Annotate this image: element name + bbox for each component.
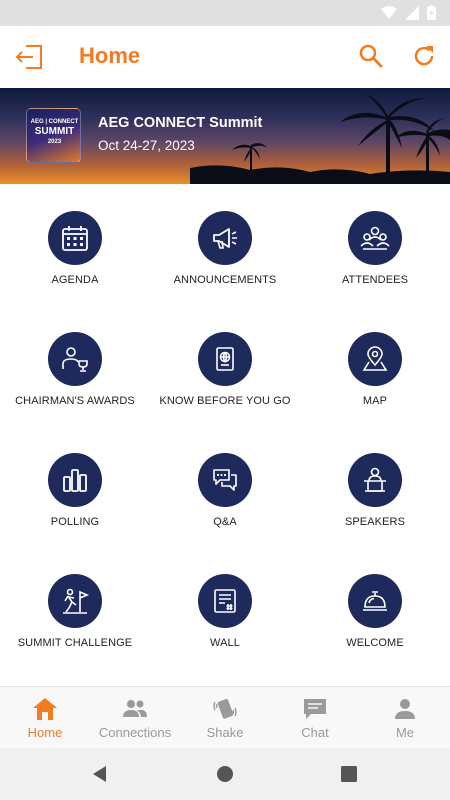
tile-chairmans-awards[interactable]: CHAIRMAN'S AWARDS: [0, 305, 150, 426]
back-triangle-icon: [93, 766, 106, 782]
tile-label: SPEAKERS: [344, 516, 406, 528]
tile-attendees[interactable]: ATTENDEES: [300, 184, 450, 305]
tile-qa[interactable]: Q&A: [150, 426, 300, 547]
app-bar: Home: [0, 26, 450, 88]
refresh-icon: [414, 46, 434, 66]
tile-label: SUMMIT CHALLENGE: [17, 637, 133, 649]
nav-label: Shake: [206, 725, 244, 740]
home-circle-icon: [217, 766, 233, 782]
nav-me[interactable]: Me: [360, 687, 450, 749]
feature-grid: AGENDA ANNOUNCEMENTS ATTENDEES CHAIRMAN'…: [0, 184, 450, 686]
tile-label: WALL: [210, 637, 240, 649]
runner-flag-icon: [63, 588, 90, 614]
tile-summit-challenge[interactable]: SUMMIT CHALLENGE: [0, 547, 150, 668]
logo-line2: SUMMIT: [34, 126, 75, 137]
chat-bubbles-icon: [213, 469, 237, 491]
tile-label: ATTENDEES: [341, 274, 409, 286]
nav-chat[interactable]: Chat: [270, 687, 360, 749]
battery-icon: [427, 5, 436, 20]
nav-label: Me: [395, 725, 415, 740]
tile-label: KNOW BEFORE YOU GO: [159, 395, 291, 407]
tile-label: CHAIRMAN'S AWARDS: [15, 395, 135, 407]
refresh-button[interactable]: [410, 42, 438, 70]
search-icon: [359, 44, 383, 68]
tile-know-before-you-go[interactable]: KNOW BEFORE YOU GO: [150, 305, 300, 426]
page-title: Home: [79, 43, 141, 68]
exit-icon: [15, 45, 42, 69]
event-logo: AEG | CONNECT SUMMIT 2023: [26, 108, 81, 163]
back-button[interactable]: [88, 762, 112, 786]
nav-label: Chat: [301, 725, 329, 740]
podium-speaker-icon: [364, 467, 386, 492]
nav-connections[interactable]: Connections: [90, 687, 180, 749]
tile-agenda[interactable]: AGENDA: [0, 184, 150, 305]
tile-label: Q&A: [213, 516, 237, 528]
tile-speakers[interactable]: SPEAKERS: [300, 426, 450, 547]
bottom-nav: Home Connections Shake Chat Me: [0, 686, 450, 748]
tile-announcements[interactable]: ANNOUNCEMENTS: [150, 184, 300, 305]
recents-button[interactable]: [337, 762, 361, 786]
person-icon: [395, 699, 415, 719]
home-icon: [33, 698, 57, 720]
megaphone-icon: [213, 228, 237, 249]
tile-wall[interactable]: WALL: [150, 547, 300, 668]
tile-label: MAP: [362, 395, 388, 407]
status-icons: [381, 5, 436, 20]
signal-icon: [405, 5, 419, 20]
nav-label: Connections: [98, 725, 172, 740]
people-icon: [123, 700, 147, 717]
home-system-button[interactable]: [213, 762, 237, 786]
tile-polling[interactable]: POLLING: [0, 426, 150, 547]
palm-trees-image: [190, 94, 450, 184]
tile-welcome[interactable]: WELCOME: [300, 547, 450, 668]
tile-label: AGENDA: [51, 274, 99, 286]
tile-label: WELCOME: [346, 637, 404, 649]
shake-phone-icon: [213, 699, 237, 719]
search-button[interactable]: [357, 42, 385, 70]
wall-post-icon: [214, 589, 236, 613]
logo-line1: AEG | CONNECT: [30, 119, 79, 125]
exit-button[interactable]: [14, 41, 46, 73]
trophy-person-icon: [62, 347, 88, 372]
bar-chart-icon: [63, 469, 87, 492]
system-nav-bar: [0, 748, 450, 800]
event-name: AEG CONNECT Summit: [98, 115, 263, 131]
recents-square-icon: [341, 766, 357, 782]
event-dates: Oct 24-27, 2023: [98, 138, 195, 153]
event-banner[interactable]: AEG | CONNECT SUMMIT 2023 AEG CONNECT Su…: [0, 88, 450, 184]
calendar-icon: [62, 226, 88, 251]
nav-label: Home: [27, 725, 63, 740]
map-pin-icon: [362, 346, 388, 371]
wifi-icon: [381, 5, 397, 19]
passport-icon: [216, 347, 234, 371]
nav-home[interactable]: Home: [0, 687, 90, 749]
service-bell-icon: [363, 591, 387, 611]
tile-label: POLLING: [50, 516, 100, 528]
nav-shake[interactable]: Shake: [180, 687, 270, 749]
logo-line3: 2023: [47, 139, 62, 145]
attendees-icon: [360, 226, 390, 250]
chat-icon: [304, 699, 326, 719]
tile-map[interactable]: MAP: [300, 305, 450, 426]
tile-label: ANNOUNCEMENTS: [173, 274, 277, 286]
status-bar: [0, 0, 450, 26]
